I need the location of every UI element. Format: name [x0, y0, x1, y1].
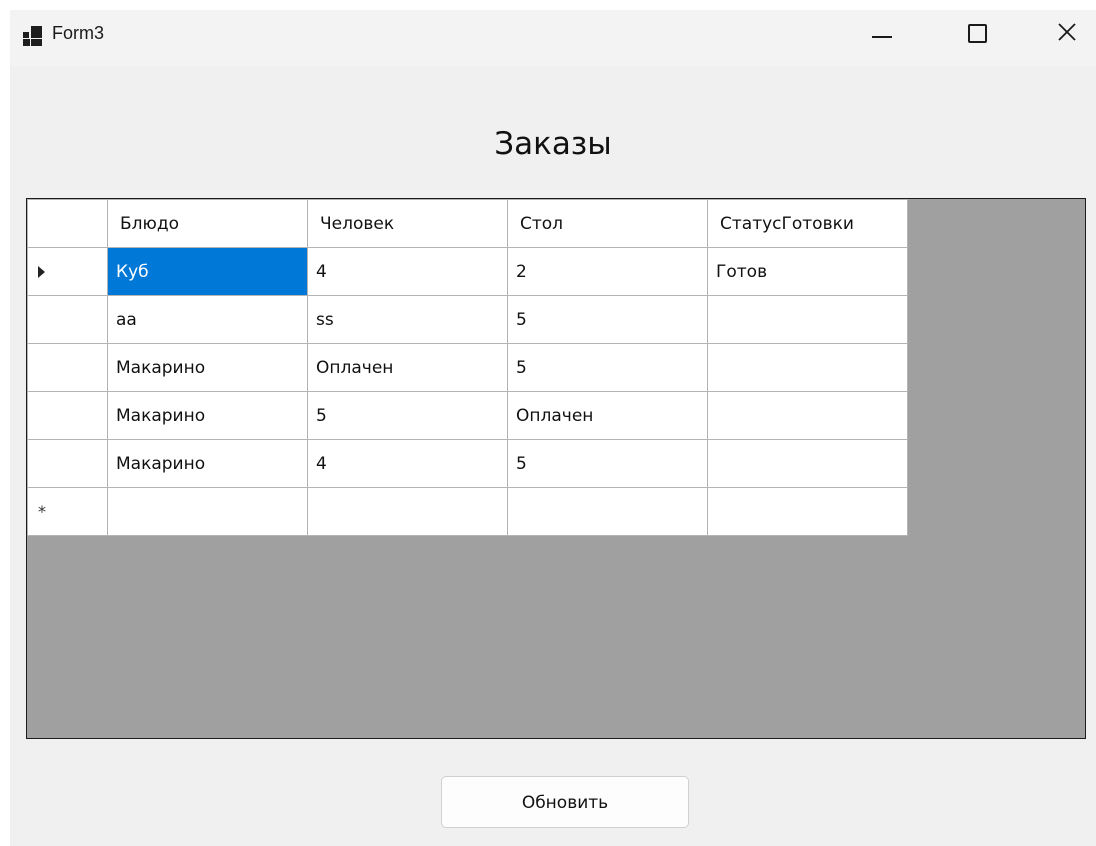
row-header[interactable] [27, 247, 108, 296]
table-cell[interactable] [507, 487, 708, 536]
table-cell[interactable]: 5 [507, 439, 708, 488]
row-header[interactable]: * [27, 487, 108, 536]
table-cell[interactable]: Макарино [107, 391, 308, 440]
table-cell[interactable]: Куб [107, 247, 308, 296]
table-row: Макарино Оплачен 5 [27, 343, 908, 392]
table-cell[interactable] [107, 487, 308, 536]
new-row: * [27, 487, 908, 536]
row-header[interactable] [27, 343, 108, 392]
column-header-dish[interactable]: Блюдо [107, 199, 308, 248]
table-cell[interactable]: ss [307, 295, 508, 344]
table-cell[interactable]: Оплачен [507, 391, 708, 440]
close-button[interactable] [1040, 10, 1096, 54]
minimize-icon [872, 36, 892, 38]
orders-data-grid[interactable]: Блюдо Человек Стол СтатусГотовки Куб 4 2… [26, 198, 1086, 739]
row-header[interactable] [27, 295, 108, 344]
form-window: Form3 Заказы Блюдо Человек Стол СтатусГо… [10, 10, 1096, 846]
refresh-button[interactable]: Обновить [441, 776, 689, 828]
maximize-icon [968, 24, 987, 43]
close-icon [1058, 23, 1076, 41]
column-header-cooking-status[interactable]: СтатусГотовки [707, 199, 908, 248]
column-header-table[interactable]: Стол [507, 199, 708, 248]
row-header[interactable] [27, 391, 108, 440]
title-bar[interactable]: Form3 [10, 10, 1096, 66]
table-cell[interactable]: 5 [307, 391, 508, 440]
minimize-button[interactable] [850, 10, 906, 54]
table-cell[interactable]: Макарино [107, 439, 308, 488]
table-cell[interactable]: аа [107, 295, 308, 344]
table-cell[interactable]: 4 [307, 439, 508, 488]
table-cell[interactable]: 4 [307, 247, 508, 296]
table-cell[interactable] [707, 343, 908, 392]
column-header-people[interactable]: Человек [307, 199, 508, 248]
table-row: Макарино 4 5 [27, 439, 908, 488]
corner-header-cell[interactable] [27, 199, 108, 248]
table-cell[interactable] [707, 295, 908, 344]
row-header[interactable] [27, 439, 108, 488]
table-cell[interactable] [707, 391, 908, 440]
table-cell[interactable]: 5 [507, 295, 708, 344]
table-row: Макарино 5 Оплачен [27, 391, 908, 440]
table-cell[interactable]: Макарино [107, 343, 308, 392]
app-icon [22, 26, 42, 46]
header-row: Блюдо Человек Стол СтатусГотовки [27, 199, 908, 248]
maximize-button[interactable] [948, 10, 1004, 54]
page-title: Заказы [494, 126, 612, 162]
table-cell[interactable]: Готов [707, 247, 908, 296]
new-row-marker: * [38, 502, 46, 521]
table-row: Куб 4 2 Готов [27, 247, 908, 296]
window-title: Form3 [52, 23, 105, 43]
table-cell[interactable] [307, 487, 508, 536]
table-cell[interactable] [707, 487, 908, 536]
table-cell[interactable]: 5 [507, 343, 708, 392]
table-cell[interactable]: Оплачен [307, 343, 508, 392]
current-row-arrow-icon [38, 266, 45, 278]
table-cell[interactable]: 2 [507, 247, 708, 296]
table-row: аа ss 5 [27, 295, 908, 344]
table-cell[interactable] [707, 439, 908, 488]
